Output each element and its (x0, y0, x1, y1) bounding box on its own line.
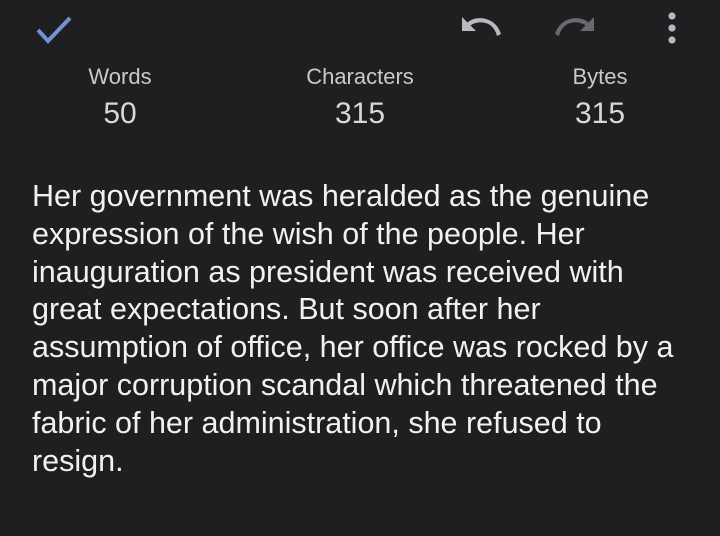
stat-label-bytes: Bytes (572, 64, 628, 89)
stat-label-characters: Characters (306, 64, 414, 89)
stat-value-bytes: 315 (574, 97, 626, 130)
redo-icon (555, 17, 594, 36)
text-statistics: Words 50 Characters 315 Bytes 315 (0, 62, 720, 142)
stat-bytes: Bytes 315 (510, 62, 690, 134)
check-icon (36, 16, 72, 44)
undo-button[interactable] (452, 6, 508, 50)
redo-button[interactable] (548, 6, 604, 50)
stat-characters: Characters 315 (270, 62, 450, 134)
document-text[interactable]: Her government was heralded as the genui… (32, 178, 692, 480)
stat-words: Words 50 (30, 62, 210, 134)
stat-label-words: Words (88, 64, 152, 89)
more-options-button[interactable] (650, 6, 694, 50)
top-toolbar (0, 0, 720, 60)
undo-icon (462, 17, 501, 36)
more-vert-icon (668, 12, 676, 44)
stat-value-words: 50 (103, 97, 137, 130)
confirm-button[interactable] (30, 8, 78, 52)
stat-value-characters: 315 (334, 97, 386, 130)
